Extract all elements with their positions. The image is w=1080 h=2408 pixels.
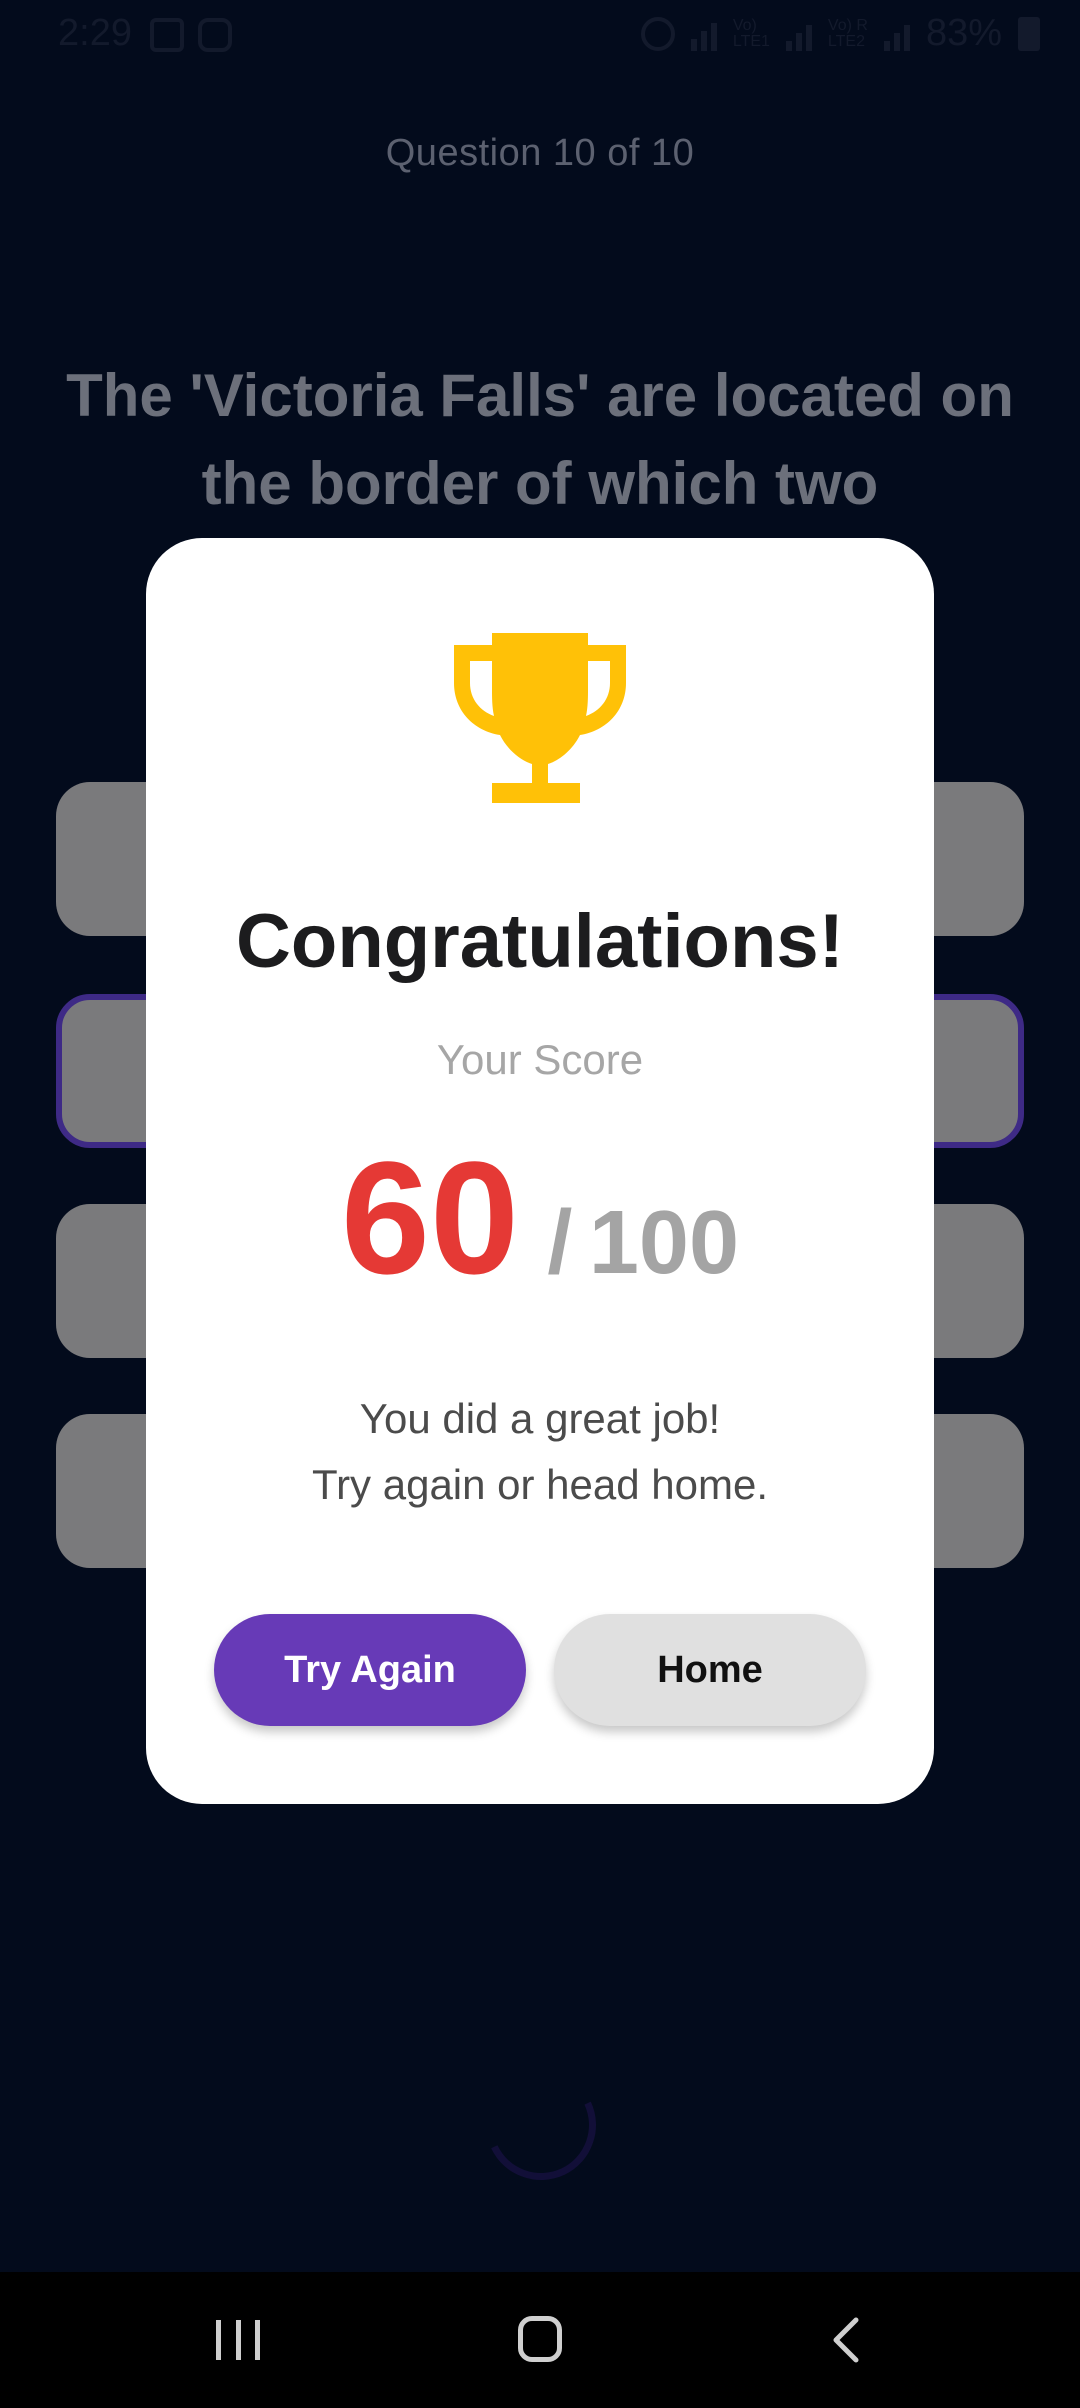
instagram-notification-icon: [198, 18, 232, 52]
gallery-notification-icon: [150, 18, 184, 52]
score-separator: /: [547, 1193, 573, 1293]
score-label: Your Score: [436, 1036, 644, 1083]
battery-icon: [1018, 16, 1040, 51]
network-label-1: Vo) LTE1: [732, 16, 770, 50]
signal-2-icon: [883, 17, 910, 51]
score-value: 60: [340, 1128, 519, 1307]
quiz-result-screen: 2:29 Vo) LTE1 Vo) R LTE2 83% Question 10…: [0, 0, 1080, 2408]
signal-1-icon: [785, 17, 812, 51]
alarm-icon: [640, 16, 675, 51]
score-display: 60 / 100: [146, 1138, 934, 1298]
battery-percent: 83%: [925, 12, 1002, 54]
status-time: 2:29: [58, 12, 132, 54]
result-message: You did a great job! Try again or head h…: [146, 1386, 934, 1518]
question-text: The 'Victoria Falls' are located on the …: [66, 362, 1014, 517]
trophy-icon: [454, 633, 626, 803]
back-icon[interactable]: [830, 2316, 862, 2364]
notification-icons: [150, 18, 232, 52]
message-line-2: Try again or head home.: [311, 1461, 769, 1508]
system-nav-bar: [0, 2272, 1080, 2408]
try-again-button[interactable]: Try Again: [214, 1614, 526, 1726]
message-line-1: You did a great job!: [359, 1395, 721, 1442]
loading-spinner: [470, 2054, 612, 2196]
home-icon[interactable]: [518, 2316, 562, 2362]
home-button[interactable]: Home: [554, 1614, 866, 1726]
status-bar: 2:29 Vo) LTE1 Vo) R LTE2 83%: [0, 0, 1080, 70]
score-total: 100: [588, 1193, 740, 1293]
question-counter: Question 10 of 10: [385, 132, 695, 174]
recents-icon[interactable]: [216, 2320, 260, 2360]
system-status-icons: Vo) LTE1 Vo) R LTE2 83%: [640, 12, 1040, 55]
dialog-title: Congratulations!: [236, 899, 844, 984]
result-dialog: Congratulations! Your Score 60 / 100 You…: [146, 538, 934, 1804]
network-label-2: Vo) R LTE2: [827, 16, 868, 50]
wifi-icon: [690, 17, 717, 51]
